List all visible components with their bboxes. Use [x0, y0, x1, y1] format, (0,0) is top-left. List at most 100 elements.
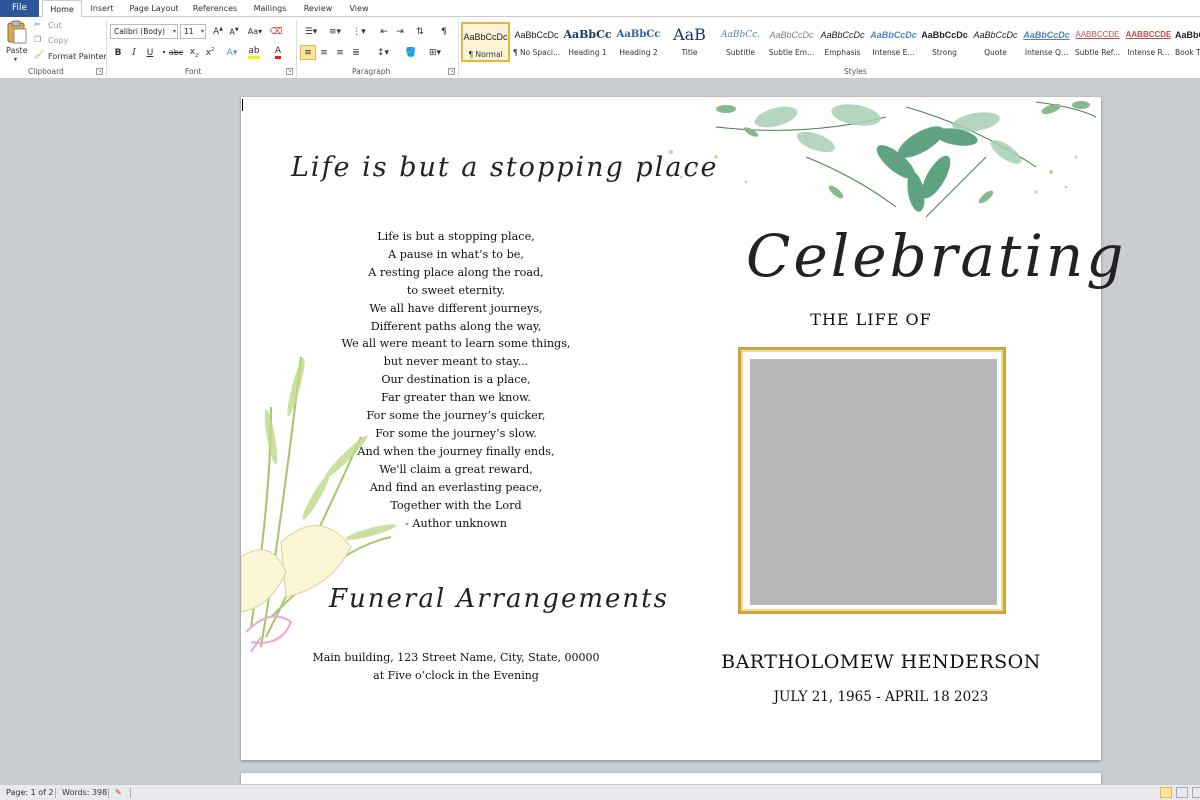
style-name: ¶ No Spaci...	[512, 48, 561, 57]
paragraph-launcher-icon[interactable]: ↘	[448, 68, 455, 75]
justify-button[interactable]: ≣	[348, 45, 364, 60]
clipboard-launcher-icon[interactable]: ↘	[96, 68, 103, 75]
font-color-button[interactable]: A	[270, 45, 286, 60]
paste-button[interactable]: Paste ▾	[4, 19, 30, 63]
text-effects-button[interactable]: A▾	[224, 45, 240, 60]
style-intense-emphasis[interactable]: AaBbCcDc Intense E...	[869, 22, 918, 62]
deceased-name: BARTHOLOMEW HENDERSON	[721, 651, 1041, 673]
paste-dropdown-icon[interactable]: ▾	[14, 56, 17, 63]
poem-line: to sweet eternity.	[406, 283, 506, 297]
tab-mailings[interactable]: Mailings	[248, 0, 292, 17]
line-spacing-button[interactable]: ↕▾	[372, 45, 394, 60]
status-bar: Page: 1 of 2 Words: 398 ✎	[0, 784, 1200, 800]
tab-references[interactable]: References	[189, 0, 241, 17]
style-intense-reference[interactable]: AABBCCDE Intense R...	[1124, 22, 1173, 62]
web-layout-view-icon[interactable]	[1192, 787, 1200, 798]
photo-placeholder[interactable]	[750, 359, 997, 605]
bullets-button[interactable]: ☰▾	[300, 24, 322, 39]
superscript-icon: x2	[205, 47, 215, 58]
font-name-combo[interactable]: Calibri (Body) ▾	[110, 24, 178, 39]
italic-icon: I	[132, 47, 136, 58]
clear-formatting-button[interactable]: ⌫	[268, 24, 284, 39]
style-subtle-reference[interactable]: AABBCCDE Subtle Ref...	[1073, 22, 1122, 62]
align-center-button[interactable]: ≡	[316, 45, 332, 60]
superscript-button[interactable]: x2	[202, 45, 218, 60]
style-normal[interactable]: AaBbCcDc ¶ Normal	[461, 22, 510, 62]
document-page[interactable]: Life is but a stopping place Life is but…	[241, 97, 1123, 760]
word-count[interactable]: Words: 398	[62, 785, 107, 800]
grow-font-button[interactable]: A▲	[210, 24, 226, 39]
align-left-button[interactable]: ≡	[300, 45, 316, 60]
strikethrough-button[interactable]: abc	[168, 45, 184, 60]
shading-button[interactable]: 🪣	[400, 45, 422, 60]
subscript-button[interactable]: x2	[186, 45, 202, 60]
shrink-font-button[interactable]: A▼	[226, 24, 242, 39]
style-title[interactable]: AaB Title	[665, 22, 714, 62]
style-sample: AaBbCcDc	[820, 30, 865, 40]
proofing-icon[interactable]: ✎	[115, 785, 122, 800]
style-name: Heading 2	[619, 48, 658, 57]
change-case-button[interactable]: Aa▾	[247, 24, 263, 39]
style-intense-quote[interactable]: AaBbCcDc Intense Q...	[1022, 22, 1071, 62]
poem-line: A resting place along the road,	[368, 265, 544, 279]
poem-line: Different paths along the way,	[370, 319, 542, 333]
italic-button[interactable]: I	[126, 45, 142, 60]
file-tab[interactable]: File	[0, 0, 39, 17]
sort-button[interactable]: ⇅	[412, 24, 428, 39]
group-divider	[458, 20, 459, 78]
show-formatting-button[interactable]: ¶	[436, 24, 452, 39]
document-canvas[interactable]: Life is but a stopping place Life is but…	[0, 80, 1200, 784]
tab-review[interactable]: Review	[298, 0, 338, 17]
align-left-icon: ≡	[304, 47, 312, 58]
style-subtle-emphasis[interactable]: AaBbCcDc Subtle Em...	[767, 22, 816, 62]
paste-icon	[7, 20, 27, 44]
full-screen-reading-view-icon[interactable]	[1176, 787, 1188, 798]
style-quote[interactable]: AaBbCcDc Quote	[971, 22, 1020, 62]
tab-page-layout[interactable]: Page Layout	[126, 0, 182, 17]
font-color-icon: A	[274, 46, 282, 59]
style-strong[interactable]: AaBbCcDc Strong	[920, 22, 969, 62]
align-right-icon: ≡	[336, 47, 344, 58]
service-address: Main building, 123 Street Name, City, St…	[312, 651, 600, 664]
decrease-indent-button[interactable]: ⇤	[376, 24, 392, 39]
chevron-down-icon: ▾	[162, 49, 166, 56]
document-page-2[interactable]	[241, 773, 1101, 784]
script-title-left: Life is but a stopping place	[291, 152, 719, 183]
print-layout-view-icon[interactable]	[1160, 787, 1172, 798]
style-name: Book Ti...	[1175, 48, 1200, 57]
font-launcher-icon[interactable]: ↘	[286, 68, 293, 75]
strikethrough-icon: abc	[168, 48, 184, 57]
poem-line: but never meant to stay...	[383, 355, 529, 369]
style-book-title[interactable]: AaBbCcDc Book Ti...	[1175, 22, 1200, 62]
poem-line: Our destination is a place,	[381, 373, 531, 387]
multilevel-list-button[interactable]: ⋮▾	[348, 24, 370, 39]
align-right-button[interactable]: ≡	[332, 45, 348, 60]
photo-frame	[738, 347, 1006, 614]
tab-home[interactable]: Home	[42, 0, 82, 18]
style-heading-2[interactable]: AaBbCc Heading 2	[614, 22, 663, 62]
borders-button[interactable]: ⊞▾	[424, 45, 446, 60]
poem-line: And when the journey finally ends,	[357, 444, 555, 458]
tab-insert[interactable]: Insert	[86, 0, 118, 17]
tab-view[interactable]: View	[343, 0, 375, 17]
style-no-spacing[interactable]: AaBbCcDc ¶ No Spaci...	[512, 22, 561, 62]
poem-line: And find an everlasting peace,	[369, 480, 543, 494]
style-heading-1[interactable]: AaBbCc Heading 1	[563, 22, 612, 62]
clipboard-group-label: Clipboard	[28, 67, 64, 76]
bold-button[interactable]: B	[110, 45, 126, 60]
highlight-button[interactable]: ab	[246, 45, 262, 60]
style-subtitle[interactable]: AaBbCc. Subtitle	[716, 22, 765, 62]
style-name: ¶ Normal	[468, 50, 503, 59]
style-name: Emphasis	[824, 48, 861, 57]
page-count[interactable]: Page: 1 of 2	[6, 785, 54, 800]
increase-indent-button[interactable]: ⇥	[392, 24, 408, 39]
underline-icon: U	[146, 47, 154, 58]
poem-line: Far greater than we know.	[381, 391, 531, 405]
font-size-combo[interactable]: 11 ▾	[180, 24, 206, 39]
vertical-scrollbar[interactable]	[1186, 80, 1200, 784]
change-case-icon: Aa▾	[247, 27, 263, 36]
style-emphasis[interactable]: AaBbCcDc Emphasis	[818, 22, 867, 62]
style-sample: AABBCCDE	[1125, 30, 1172, 39]
numbering-button[interactable]: ≡▾	[324, 24, 346, 39]
life-dates: JULY 21, 1965 - APRIL 18 2023	[773, 689, 989, 705]
